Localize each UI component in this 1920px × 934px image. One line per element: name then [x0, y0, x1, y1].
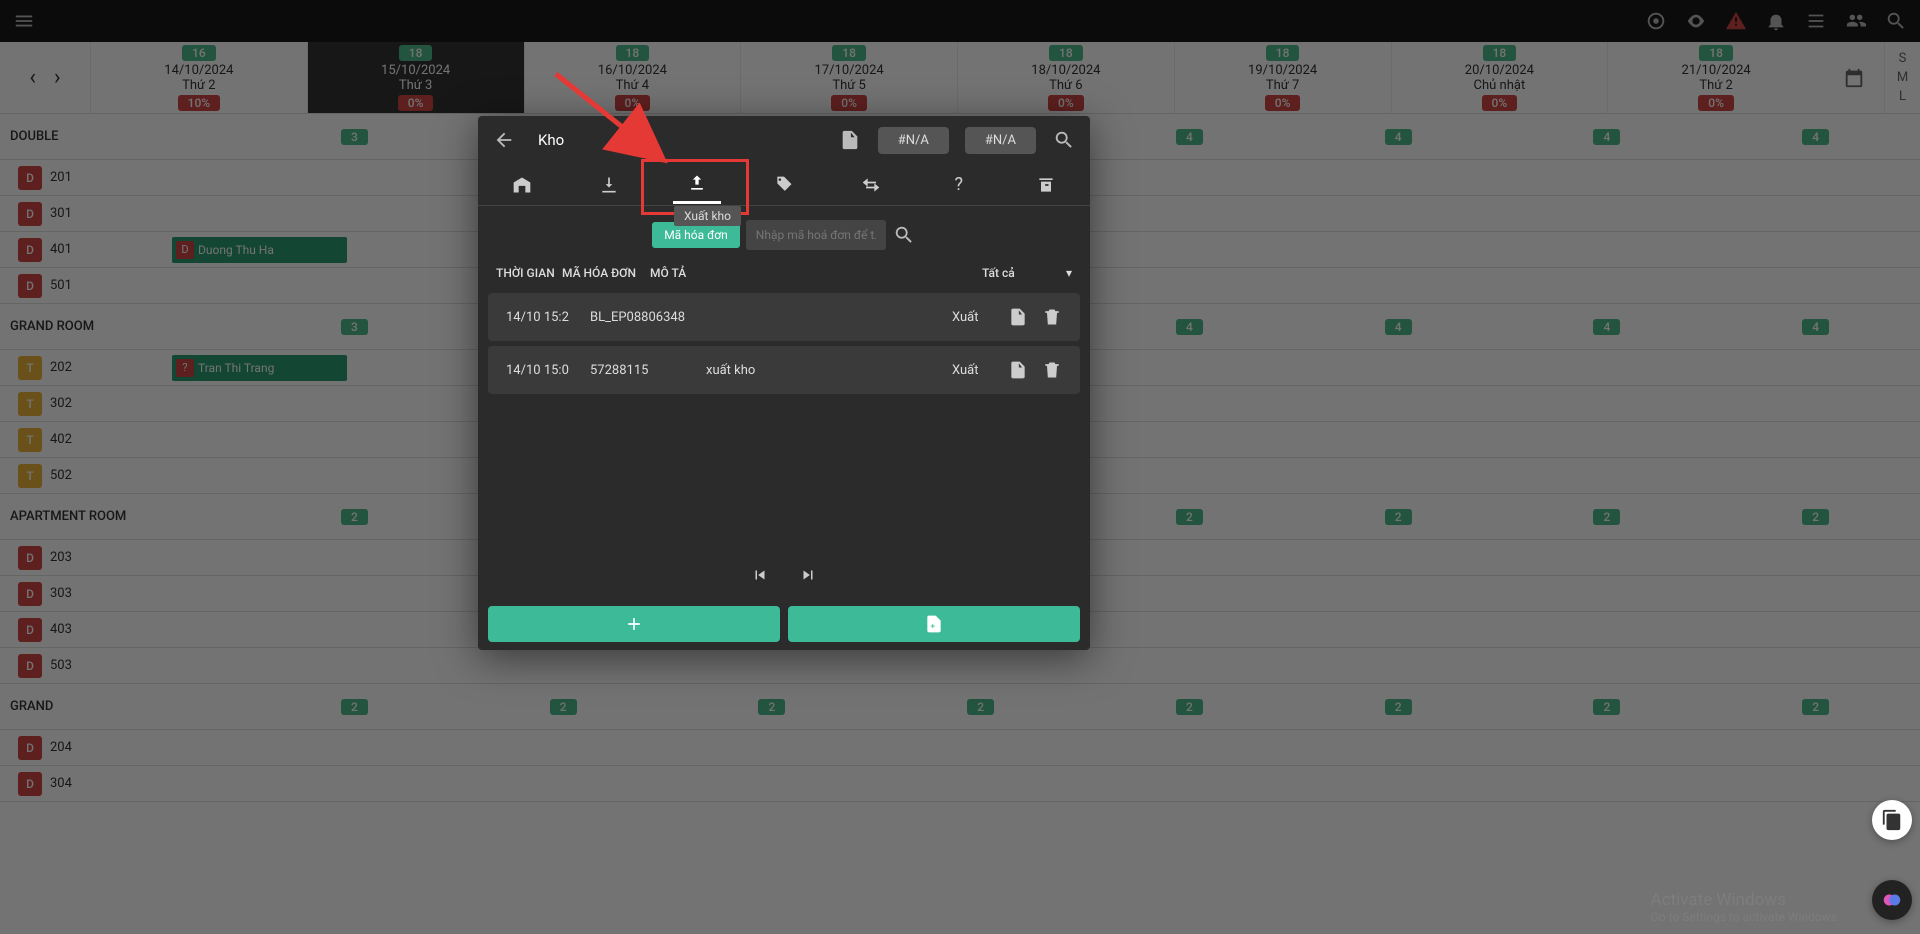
row-delete-icon[interactable] — [1042, 307, 1062, 327]
float-brain-button[interactable] — [1872, 880, 1912, 920]
row-time: 14/10 15:2 — [506, 310, 584, 325]
header-desc: MÔ TẢ — [650, 266, 976, 280]
row-status: Xuất — [952, 310, 1002, 325]
tab-import[interactable] — [585, 166, 633, 204]
tab-export[interactable] — [673, 166, 721, 204]
tab-warehouse[interactable] — [498, 166, 546, 204]
row-status: Xuất — [952, 363, 1002, 378]
pager-last[interactable] — [799, 566, 817, 588]
row-doc-icon[interactable] — [1008, 307, 1028, 327]
status-chip-2[interactable]: #N/A — [965, 127, 1036, 154]
windows-watermark: Activate Windows Go to Settings to activ… — [1651, 890, 1840, 924]
row-invoice: 57288115 — [590, 363, 700, 378]
import-file-button[interactable] — [788, 606, 1080, 642]
tab-help[interactable]: ? — [935, 166, 983, 204]
add-button[interactable] — [488, 606, 780, 642]
modal-search-icon[interactable] — [1052, 128, 1076, 152]
float-copy-button[interactable] — [1872, 800, 1912, 840]
modal-title: Kho — [538, 131, 822, 149]
filter-dropdown[interactable]: Tất cả▾ — [982, 266, 1072, 280]
filter-input[interactable] — [746, 220, 886, 250]
tab-archive[interactable] — [1022, 166, 1070, 204]
document-icon[interactable] — [838, 128, 862, 152]
status-chip-1[interactable]: #N/A — [878, 127, 949, 154]
warehouse-modal: Kho #N/A #N/A ? Xuất kho Mã hóa đơn THỜI… — [478, 116, 1090, 650]
tab-tag[interactable] — [760, 166, 808, 204]
row-delete-icon[interactable] — [1042, 360, 1062, 380]
row-desc: xuất kho — [706, 363, 946, 378]
pager-first[interactable] — [751, 566, 769, 588]
back-icon[interactable] — [492, 128, 516, 152]
header-invoice: MÃ HÓA ĐƠN — [562, 266, 644, 280]
tab-transfer[interactable] — [847, 166, 895, 204]
tab-tooltip: Xuất kho — [674, 206, 741, 226]
header-time: THỜI GIAN — [496, 266, 556, 280]
list-row[interactable]: 14/10 15:0 57288115 xuất kho Xuất — [488, 346, 1080, 394]
row-time: 14/10 15:0 — [506, 363, 584, 378]
row-doc-icon[interactable] — [1008, 360, 1028, 380]
list-row[interactable]: 14/10 15:2 BL_EP08806348 Xuất — [488, 293, 1080, 341]
row-invoice: BL_EP08806348 — [590, 310, 700, 325]
filter-search-icon[interactable] — [892, 223, 916, 247]
